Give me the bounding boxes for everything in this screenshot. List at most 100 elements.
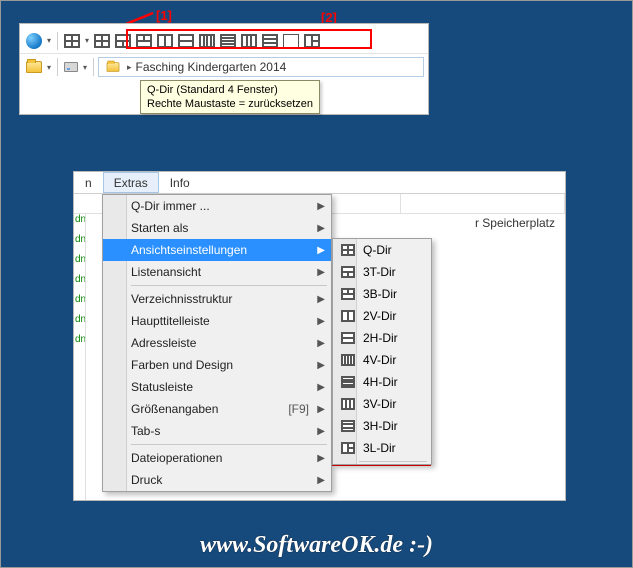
breadcrumb-text: Fasching Kindergarten 2014: [136, 60, 287, 74]
submenu-arrow-icon: ▶: [317, 294, 325, 305]
menu-item-druck[interactable]: Druck▶: [103, 469, 331, 491]
layout-q-icon[interactable]: [64, 34, 80, 48]
tooltip-line-2: Rechte Maustaste = zurücksetzen: [147, 97, 313, 111]
submenu-arrow-icon: ▶: [317, 382, 325, 393]
main-window: n Extras Info dn dn dn dn dn dn dn r Spe…: [73, 171, 566, 501]
list-item: dn: [74, 314, 85, 334]
menu-item-verzeichnisstruktur[interactable]: Verzeichnisstruktur▶: [103, 288, 331, 310]
submenu-item-4vdir[interactable]: 4V-Dir: [333, 349, 431, 371]
submenu-item-2hdir[interactable]: 2H-Dir: [333, 327, 431, 349]
submenu-item-3hdir[interactable]: 3H-Dir: [333, 415, 431, 437]
list-item: dn: [74, 234, 85, 254]
layout-btn-1[interactable]: [283, 34, 299, 48]
submenu-arrow-icon: ▶: [317, 223, 325, 234]
layout-btn-4v[interactable]: [199, 34, 215, 48]
menu-divider: [359, 461, 427, 462]
layout-btn-3v[interactable]: [241, 34, 257, 48]
layout-3v-icon: [341, 398, 355, 410]
folder-dropdown-icon[interactable]: ▾: [45, 59, 53, 75]
menu-item-tabs[interactable]: Tab-s▶: [103, 420, 331, 442]
layout-3b-icon: [341, 288, 355, 300]
menu-item-partial[interactable]: n: [74, 172, 103, 193]
submenu-item-4hdir[interactable]: 4H-Dir: [333, 371, 431, 393]
layout-btn-q[interactable]: [94, 34, 110, 48]
layout-q-icon: [341, 244, 355, 256]
layout-3h-icon: [341, 420, 355, 432]
menu-item-statusleiste[interactable]: Statusleiste▶: [103, 376, 331, 398]
separator: [93, 58, 94, 76]
menubar: n Extras Info: [74, 172, 565, 194]
submenu-arrow-icon: ▶: [317, 316, 325, 327]
breadcrumb-folder-icon: [107, 62, 120, 72]
separator: [57, 58, 58, 76]
submenu-item-3bdir[interactable]: 3B-Dir: [333, 283, 431, 305]
globe-dropdown-icon[interactable]: ▾: [45, 33, 53, 49]
column-header[interactable]: [401, 194, 565, 213]
submenu-arrow-icon: ▶: [317, 404, 325, 415]
folder-icon[interactable]: [26, 61, 42, 73]
list-item: dn: [74, 294, 85, 314]
submenu-item-qdir[interactable]: Q-Dir: [333, 239, 431, 261]
menu-item-adressleiste[interactable]: Adressleiste▶: [103, 332, 331, 354]
menu-item-starten-als[interactable]: Starten als▶: [103, 217, 331, 239]
menu-item-info[interactable]: Info: [159, 172, 201, 193]
chevron-right-icon: ▸: [127, 62, 132, 73]
submenu-item-3tdir[interactable]: 3T-Dir: [333, 261, 431, 283]
submenu-item-2vdir[interactable]: 2V-Dir: [333, 305, 431, 327]
hotkey-label: [F9]: [288, 402, 309, 416]
submenu-ansichtseinstellungen: Q-Dir 3T-Dir 3B-Dir 2V-Dir 2H-Dir 4V-Dir…: [332, 238, 432, 465]
layout-4h-icon: [341, 376, 355, 388]
annotation-1: [1]: [156, 8, 172, 23]
cell-text: r Speicherplatz: [475, 216, 555, 230]
layout-3t-icon: [341, 266, 355, 278]
list-item: dn: [74, 274, 85, 294]
menu-item-extras[interactable]: Extras: [103, 172, 159, 193]
submenu-arrow-icon: ▶: [317, 360, 325, 371]
layout-4v-icon: [341, 354, 355, 366]
tooltip-line-1: Q-Dir (Standard 4 Fenster): [147, 83, 313, 97]
layout-btn-4h[interactable]: [220, 34, 236, 48]
toolbar-row-1: ▾ ▾: [20, 28, 428, 54]
submenu-arrow-icon: ▶: [317, 267, 325, 278]
menu-item-ansichtseinstellungen[interactable]: Ansichtseinstellungen▶: [103, 239, 331, 261]
context-menu-extras: Q-Dir immer ...▶ Starten als▶ Ansichtsei…: [102, 194, 332, 492]
submenu-arrow-icon: ▶: [317, 426, 325, 437]
menu-item-qdir-immer[interactable]: Q-Dir immer ...▶: [103, 195, 331, 217]
menu-item-farben-design[interactable]: Farben und Design▶: [103, 354, 331, 376]
menu-divider: [131, 285, 327, 286]
tooltip: Q-Dir (Standard 4 Fenster) Rechte Mausta…: [140, 80, 320, 114]
menu-item-groessenangaben[interactable]: Größenangaben[F9]▶: [103, 398, 331, 420]
submenu-arrow-icon: ▶: [317, 475, 325, 486]
menu-item-dateioperationen[interactable]: Dateioperationen▶: [103, 447, 331, 469]
layout-btn-3l[interactable]: [304, 34, 320, 48]
breadcrumb[interactable]: ▸ Fasching Kindergarten 2014: [98, 57, 424, 77]
menu-item-listenansicht[interactable]: Listenansicht▶: [103, 261, 331, 283]
menu-divider: [131, 444, 327, 445]
layout-btn-3h[interactable]: [262, 34, 278, 48]
left-pane-sliver: dn dn dn dn dn dn dn: [74, 214, 86, 500]
layout-btn-3t[interactable]: [115, 34, 131, 48]
layout-dropdown-icon[interactable]: ▾: [83, 33, 91, 49]
list-item: dn: [74, 254, 85, 274]
submenu-arrow-icon: ▶: [317, 453, 325, 464]
data-row: r Speicherplatz: [475, 216, 555, 230]
layout-btn-2h[interactable]: [178, 34, 194, 48]
list-item: dn: [74, 214, 85, 234]
menu-item-haupttitelleiste[interactable]: Haupttitelleiste▶: [103, 310, 331, 332]
submenu-item-3ldir[interactable]: 3L-Dir: [333, 437, 431, 459]
toolbar-panel: ▾ ▾ ▾ ▾ ▸ Fasching Kindergarten 2014 Q-D…: [19, 23, 429, 115]
globe-icon[interactable]: [26, 33, 42, 49]
submenu-arrow-icon: ▶: [317, 245, 325, 256]
submenu-item-3vdir[interactable]: 3V-Dir: [333, 393, 431, 415]
layout-btn-3b[interactable]: [136, 34, 152, 48]
layout-2h-icon: [341, 332, 355, 344]
toolbar-row-2: ▾ ▾ ▸ Fasching Kindergarten 2014: [20, 54, 428, 80]
layout-3l-icon: [341, 442, 355, 454]
separator: [57, 32, 58, 50]
submenu-arrow-icon: ▶: [317, 201, 325, 212]
submenu-arrow-icon: ▶: [317, 338, 325, 349]
layout-btn-2v[interactable]: [157, 34, 173, 48]
layout-2v-icon: [341, 310, 355, 322]
disk-dropdown-icon[interactable]: ▾: [81, 59, 89, 75]
disk-icon[interactable]: [64, 62, 78, 72]
